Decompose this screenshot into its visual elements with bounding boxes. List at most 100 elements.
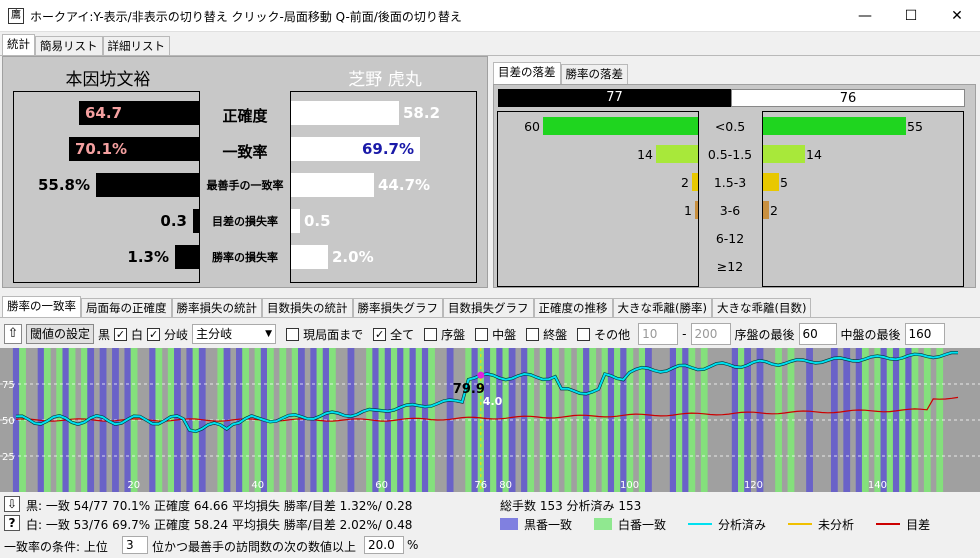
- stats-panel: 本因坊文裕 芝野 虎丸 64.7 正確度 58.2 70.1% 一致率 69.7% 55.8…: [2, 56, 488, 288]
- legend-swatch: [876, 523, 901, 525]
- black-diff-bar: [692, 173, 698, 191]
- white-diff-box: [762, 111, 964, 287]
- white-stat-value: 44.7%: [378, 176, 431, 194]
- stat-row-label: 目差の損失率: [212, 215, 278, 228]
- middle-last-input[interactable]: 160: [904, 323, 945, 345]
- black-checkbox[interactable]: ✓: [114, 327, 128, 341]
- white-diff-count: 5: [780, 175, 788, 190]
- visit-percent-input[interactable]: 20.0: [364, 536, 404, 554]
- tab-match-rate[interactable]: 勝率の一致率: [2, 296, 81, 318]
- black-diff-count: 60: [524, 119, 540, 134]
- x-tick-label: 40: [251, 480, 264, 491]
- white-player-name: 芝野 虎丸: [348, 70, 422, 90]
- middle-checkbox[interactable]: [475, 327, 489, 341]
- match-rate-graph[interactable]: 75 50 25 20 40 60 76 80 100 120 140 79.9 4.0: [0, 348, 980, 492]
- cursor-winrate-label: 79.9: [453, 382, 485, 397]
- black-diff-bar: [543, 117, 698, 135]
- black-label: 黒: [98, 327, 111, 342]
- black-stat-value: 64.7: [85, 104, 123, 122]
- maximize-button[interactable]: ☐: [888, 0, 934, 32]
- tab-score-drop[interactable]: 目差の落差: [493, 62, 561, 84]
- tab-big-deviation-winrate[interactable]: 大きな乖離(勝率): [612, 298, 712, 318]
- tab-score-loss-stats[interactable]: 目数損失の統計: [262, 298, 353, 318]
- range-from-input[interactable]: 10: [638, 323, 679, 345]
- diff-range-label: 0.5-1.5: [707, 147, 753, 162]
- opening-label: 序盤: [441, 327, 466, 342]
- tab-winrate-drop[interactable]: 勝率の落差: [560, 64, 628, 84]
- title-bar: 鷹 ホークアイ:Y-表示/非表示の切り替え クリック-局面移動 Q-前面/後面の…: [0, 0, 980, 32]
- branch-label: 分岐: [164, 327, 189, 342]
- white-diff-bar: [763, 201, 769, 219]
- tab-stats[interactable]: 統計: [2, 34, 35, 56]
- white-total-bar: 76: [731, 89, 965, 107]
- legend-swatch: [788, 523, 813, 525]
- all-checkbox[interactable]: ✓: [373, 327, 387, 341]
- black-stat-value: 0.3: [160, 212, 187, 230]
- total-moves: 総手数 153 分析済み 153: [500, 499, 642, 513]
- to-current-checkbox[interactable]: [286, 327, 300, 341]
- toolbar: ⇧ 閾値の設定 黒 ✓ 白 ✓ 分岐 主分岐 ▼ 現局面まで ✓ 全て 序盤 中盤…: [4, 322, 976, 346]
- opening-last-input[interactable]: 60: [798, 323, 837, 345]
- black-summary: 黒: 一致 54/77 70.1% 正確度 64.66 平均損失 勝率/目差 1…: [26, 499, 413, 513]
- tab-simple-list[interactable]: 簡易リスト: [35, 36, 103, 56]
- tab-big-deviation-score[interactable]: 大きな乖離(目数): [711, 298, 812, 318]
- down-arrow-icon[interactable]: ⇩: [4, 496, 20, 512]
- black-diff-count: 14: [637, 147, 653, 162]
- white-diff-bar: [763, 173, 779, 191]
- stat-row-label: 一致率: [222, 143, 268, 161]
- tab-winrate-loss-stats[interactable]: 勝率損失の統計: [171, 298, 262, 318]
- white-diff-count: 2: [770, 203, 778, 218]
- black-stat-bar: [175, 245, 199, 269]
- range-to-input[interactable]: 200: [690, 323, 731, 345]
- minimize-button[interactable]: —: [842, 0, 888, 32]
- window-title: ホークアイ:Y-表示/非表示の切り替え クリック-局面移動 Q-前面/後面の切り…: [30, 10, 462, 24]
- close-button[interactable]: ✕: [934, 0, 980, 32]
- y-tick-label: 25: [2, 452, 15, 463]
- opening-checkbox[interactable]: [424, 327, 438, 341]
- condition-label-a: 一致率の条件: 上位: [4, 540, 108, 554]
- chevron-down-icon: ▼: [265, 329, 273, 339]
- endgame-checkbox[interactable]: [526, 327, 540, 341]
- tab-accuracy-trend[interactable]: 正確度の推移: [533, 298, 613, 318]
- tab-accuracy-per-move[interactable]: 局面毎の正確度: [81, 298, 172, 318]
- white-stat-value: 0.5: [304, 212, 331, 230]
- legend-label: 目差: [906, 517, 931, 532]
- white-diff-bar: [763, 145, 805, 163]
- x-tick-label: 60: [375, 480, 388, 491]
- x-tick-label: 100: [620, 480, 639, 491]
- condition-label-b: 位かつ最善手の訪問数の次の数値以上: [152, 540, 357, 554]
- black-diff-bar: [695, 201, 698, 219]
- white-diff-bar: [763, 117, 906, 135]
- x-tick-label: 120: [744, 480, 763, 491]
- all-label: 全て: [390, 327, 415, 342]
- legend-label: 未分析: [818, 517, 855, 532]
- white-checkbox[interactable]: ✓: [147, 327, 161, 341]
- rank-input[interactable]: 3: [122, 536, 148, 554]
- branch-select[interactable]: 主分岐 ▼: [192, 324, 277, 344]
- diff-range-label: 6-12: [715, 231, 745, 246]
- legend-swatch: [594, 518, 613, 530]
- middle-last-label: 中盤の最後: [840, 327, 901, 342]
- black-diff-count: 1: [684, 203, 692, 218]
- to-current-label: 現局面まで: [303, 327, 364, 342]
- other-checkbox[interactable]: [577, 327, 591, 341]
- tab-detail-list[interactable]: 詳細リスト: [102, 36, 170, 56]
- top-tabs: 統計 簡易リスト 詳細リスト: [2, 34, 170, 56]
- black-stat-value: 1.3%: [127, 248, 169, 266]
- x-tick-label: 80: [499, 480, 512, 491]
- diff-range-label: ≥12: [716, 259, 744, 274]
- white-stat-bar: [291, 209, 300, 233]
- legend-swatch: [500, 518, 518, 530]
- up-arrow-icon[interactable]: ⇧: [4, 324, 22, 344]
- stat-row-label: 勝率の損失率: [212, 251, 278, 264]
- tab-winrate-loss-graph[interactable]: 勝率損失グラフ: [352, 298, 443, 318]
- threshold-button[interactable]: 閾値の設定: [26, 324, 95, 344]
- white-diff-count: 14: [806, 147, 822, 162]
- black-diff-box: [497, 111, 699, 287]
- cursor-diff-label: 4.0: [483, 395, 503, 408]
- white-stat-bar: [291, 173, 374, 197]
- help-icon[interactable]: ?: [4, 515, 20, 531]
- graph-svg: 75502520 40 60 76 80 100 120 14079.94.0: [0, 348, 980, 492]
- tab-score-loss-graph[interactable]: 目数損失グラフ: [443, 298, 534, 318]
- white-stat-value: 58.2: [403, 104, 441, 122]
